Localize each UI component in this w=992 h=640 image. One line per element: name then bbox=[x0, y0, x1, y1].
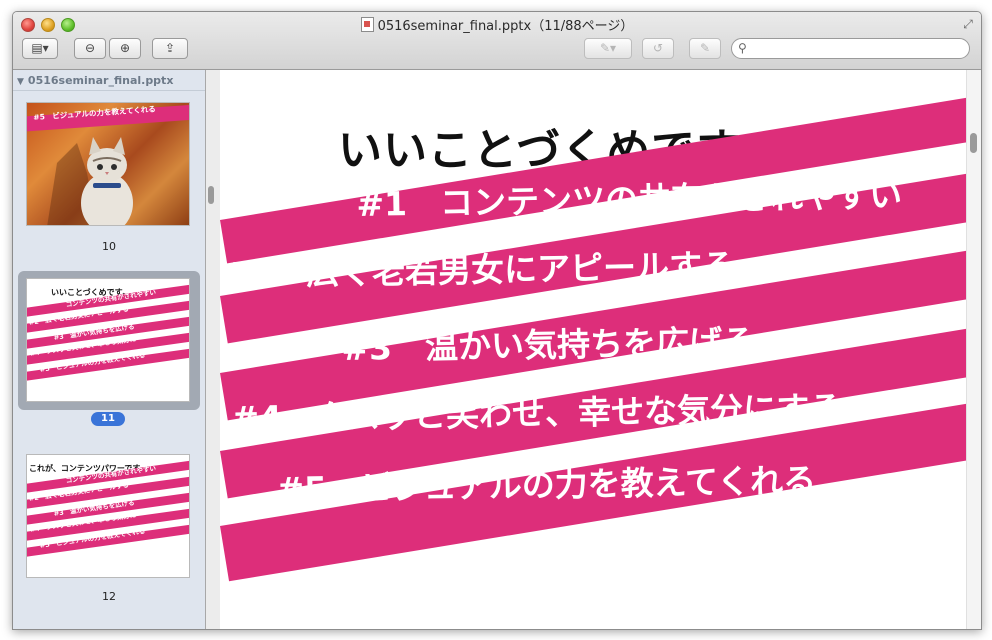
document-icon bbox=[360, 17, 374, 32]
page-label-12: 12 bbox=[102, 590, 116, 603]
fullscreen-icon[interactable]: ⤢ bbox=[961, 17, 975, 31]
rotate-button[interactable]: ↺ bbox=[642, 38, 674, 59]
edit-icon: ✎ bbox=[699, 41, 711, 55]
page-label-10: 10 bbox=[102, 240, 116, 253]
slide-view: いいことづくめです。 #1 コンテンツの共有がされやすい #2 広く老若男女にア… bbox=[220, 70, 981, 629]
slide-item-1: #1 コンテンツの共有がされやすい bbox=[356, 175, 903, 224]
main-scrollbar-track[interactable] bbox=[966, 70, 981, 629]
page-thumbnail-10[interactable]: #5 ビジュアルの力を教えてくれる bbox=[26, 102, 190, 226]
sidebar-doc-header[interactable]: ▼ 0516seminar_final.pptx bbox=[17, 74, 173, 87]
disclosure-triangle-icon[interactable]: ▼ bbox=[17, 77, 24, 87]
edit-button[interactable]: ✎ bbox=[689, 38, 721, 59]
page-thumbnail-11[interactable]: いいことづくめです。 コンテンツの共有がされやすい #2 広く老若男女にアピール… bbox=[26, 278, 190, 402]
zoom-out-button[interactable]: ⊖ bbox=[74, 38, 106, 59]
slide-item-2: #2 広く老若男女にアピールする bbox=[222, 246, 736, 294]
zoom-out-icon: ⊖ bbox=[84, 41, 96, 55]
slide-item-5: #5 ビジュアルの力を教えてくれる bbox=[276, 460, 817, 509]
sidebar-doc-name: 0516seminar_final.pptx bbox=[27, 74, 174, 87]
thumbnail-sidebar: ▼ 0516seminar_final.pptx #5 ビジュアルの力を教えてく… bbox=[13, 70, 214, 629]
search-field[interactable]: ⚲ bbox=[731, 38, 970, 59]
zoom-in-button[interactable]: ⊕ bbox=[109, 38, 141, 59]
view-menu-button[interactable]: ▤▾ bbox=[22, 38, 58, 59]
share-button[interactable]: ⇪ bbox=[152, 38, 188, 59]
main-scrollbar-thumb[interactable] bbox=[970, 133, 977, 153]
search-icon: ⚲ bbox=[738, 41, 747, 55]
zoom-in-icon: ⊕ bbox=[119, 41, 131, 55]
page-thumbnail-12[interactable]: これが、コンテンツパワーです。 コンテンツの共有がされやすい #2 広く老若男女… bbox=[26, 454, 190, 578]
window-title-area: 0516seminar_final.pptx（11/88ページ） bbox=[13, 15, 981, 34]
titlebar: 0516seminar_final.pptx（11/88ページ） ⤢ ▤▾ ⊖ … bbox=[13, 12, 981, 70]
sidebar-scrollbar[interactable] bbox=[208, 186, 214, 204]
rotate-icon: ↺ bbox=[652, 41, 664, 55]
annotate-button[interactable]: ✎▾ bbox=[584, 38, 632, 59]
page-label-11-selected: 11 bbox=[91, 412, 125, 426]
preview-window: 0516seminar_final.pptx（11/88ページ） ⤢ ▤▾ ⊖ … bbox=[12, 11, 982, 630]
slide-item-3: #3 温かい気持ちを広げる bbox=[341, 321, 756, 368]
share-icon: ⇪ bbox=[164, 41, 176, 55]
window-title: 0516seminar_final.pptx（11/88ページ） bbox=[377, 19, 634, 34]
sidebar-divider bbox=[13, 90, 205, 91]
